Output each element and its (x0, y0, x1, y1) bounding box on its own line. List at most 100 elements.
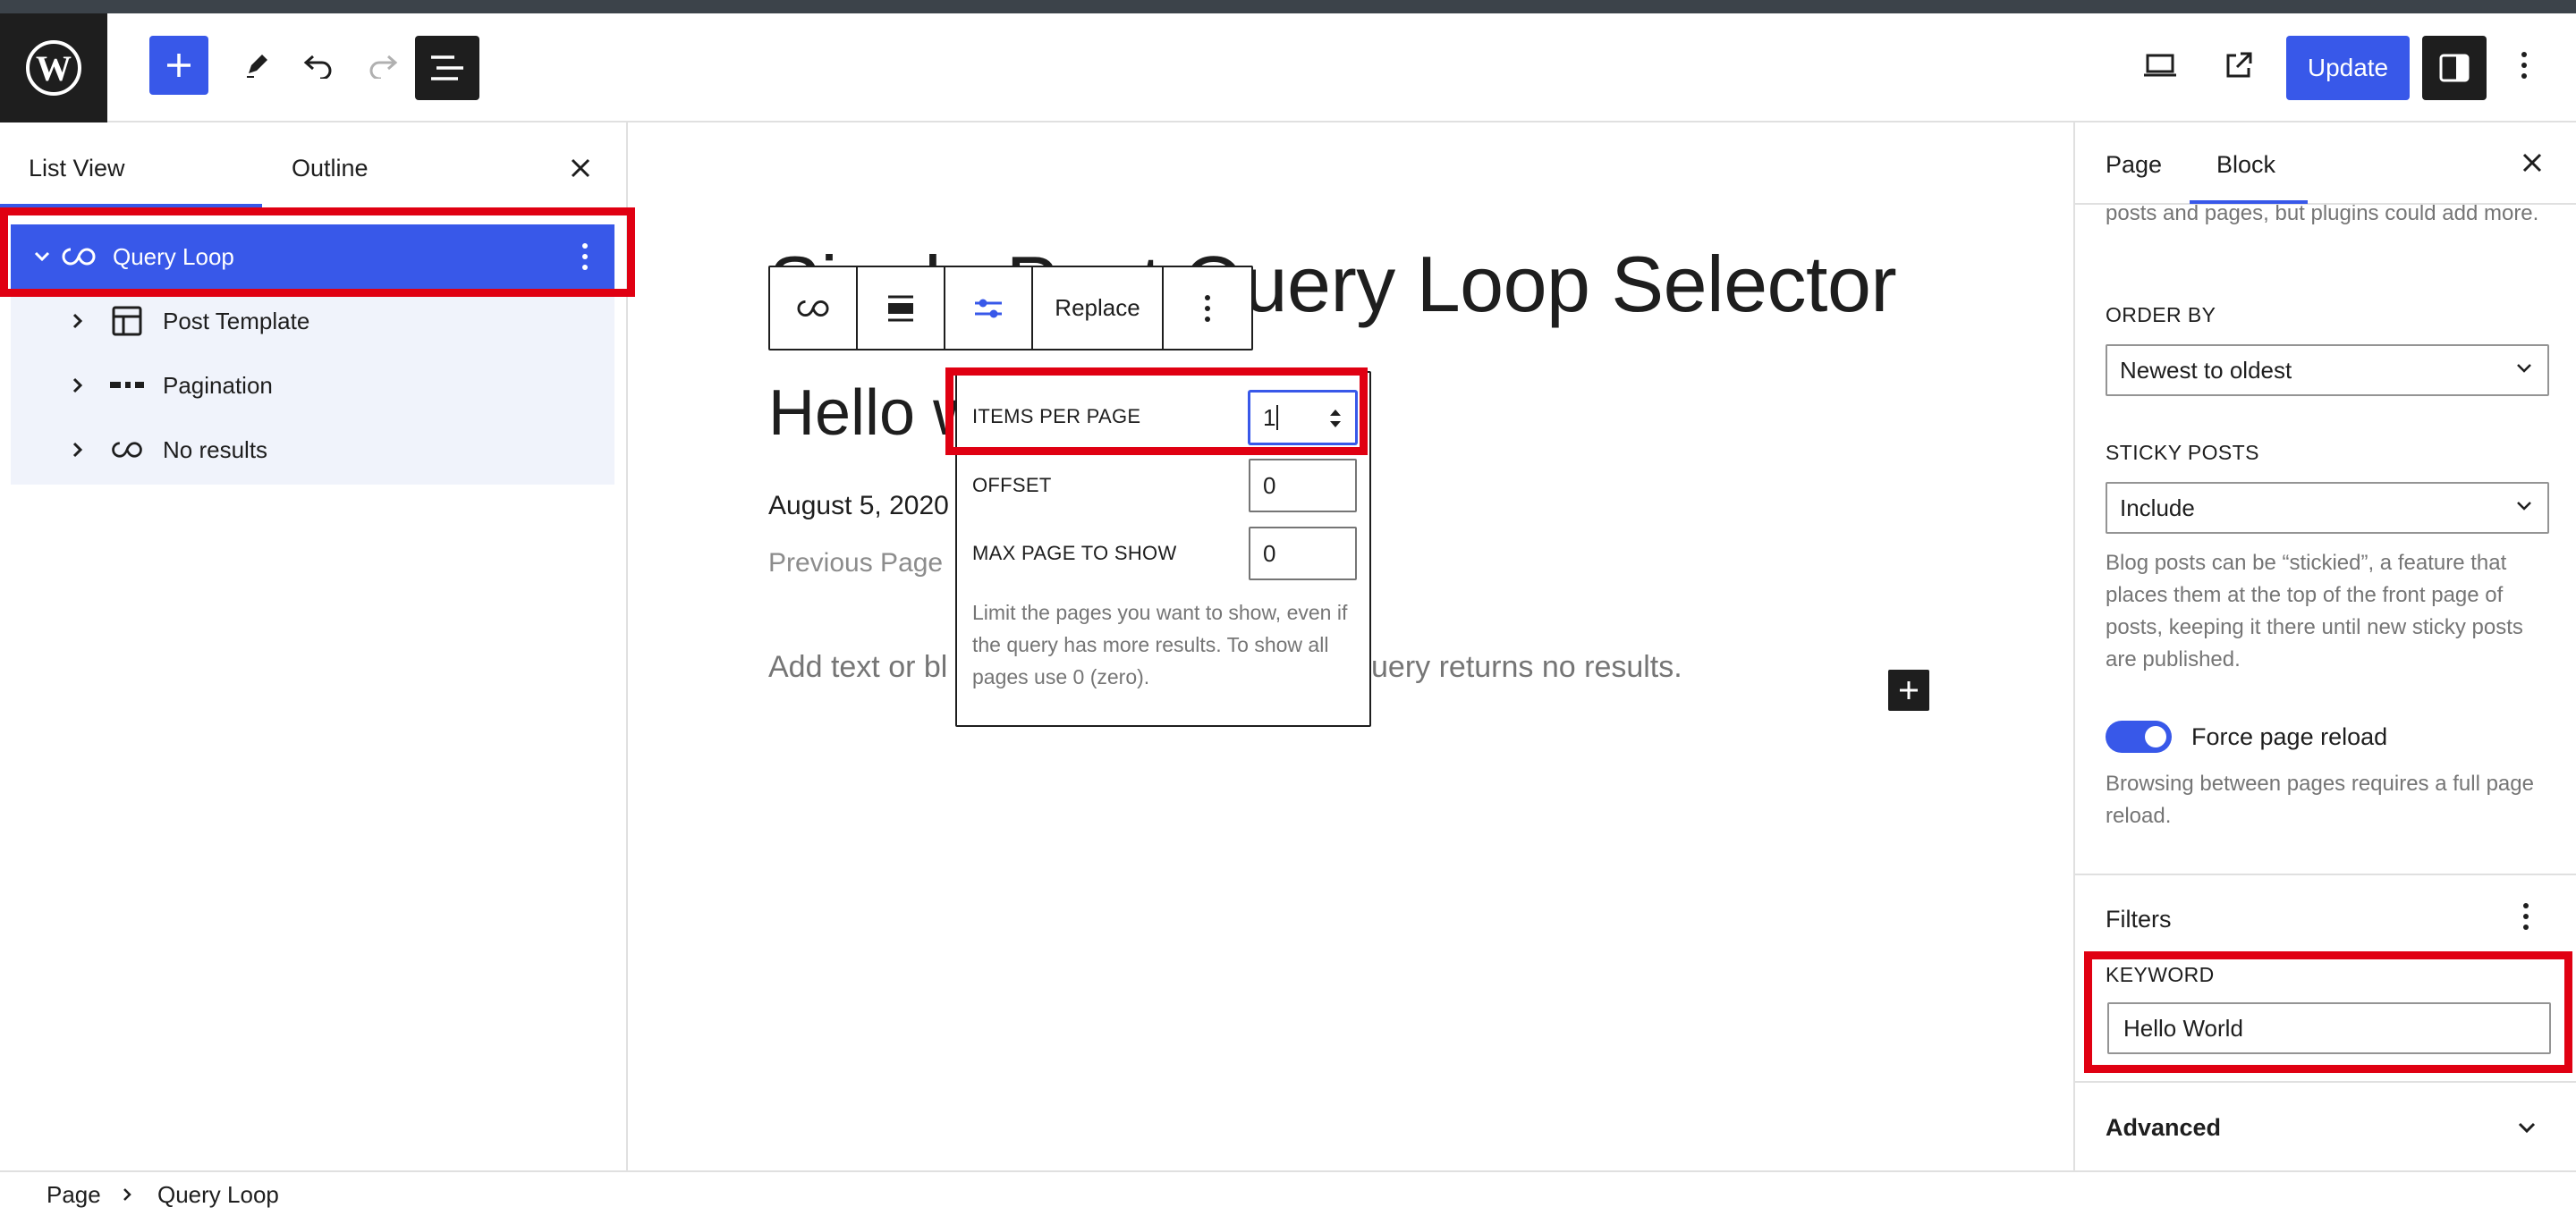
sticky-posts-label: STICKY POSTS (2106, 441, 2259, 464)
undo-icon (303, 55, 332, 79)
previous-page-link[interactable]: Previous Page (768, 548, 943, 578)
chevron-down-icon[interactable] (2517, 1121, 2537, 1134)
chevron-right-icon (123, 1188, 131, 1201)
order-by-label: ORDER BY (2106, 303, 2216, 326)
order-by-select[interactable]: Newest to oldest (2106, 344, 2549, 396)
close-icon (2522, 153, 2542, 173)
divider (2075, 874, 2576, 875)
document-overview-button[interactable] (415, 36, 479, 100)
close-sidebar-button[interactable] (2517, 148, 2547, 178)
replace-button[interactable]: Replace (1033, 267, 1164, 349)
loop-icon (797, 300, 829, 317)
tab-outline[interactable]: Outline (292, 155, 369, 182)
redo-button[interactable] (360, 43, 405, 88)
max-page-input[interactable]: 0 (1249, 527, 1357, 580)
plus-icon (1900, 681, 1918, 699)
sticky-posts-value: Include (2120, 494, 2195, 521)
editor-top-bar: Update (0, 13, 2576, 122)
settings-sidebar: Page Block posts and pages, but plugins … (2073, 122, 2576, 1170)
sticky-posts-select[interactable]: Include (2106, 482, 2549, 534)
items-per-page-label: ITEMS PER PAGE (972, 405, 1141, 427)
offset-label: OFFSET (972, 474, 1052, 496)
advanced-heading[interactable]: Advanced (2106, 1114, 2221, 1142)
view-page-button[interactable] (2216, 43, 2261, 88)
chevron-down-icon[interactable] (29, 243, 55, 270)
keyword-label: KEYWORD (2106, 963, 2215, 986)
tools-button[interactable] (234, 43, 279, 88)
options-button[interactable] (2506, 43, 2542, 88)
no-results-text-left[interactable]: Add text or bl (768, 650, 947, 685)
list-item-label: Post Template (163, 307, 310, 334)
browser-top-strip (0, 0, 2576, 13)
add-block-button[interactable] (149, 36, 208, 95)
divider (2075, 1081, 2576, 1083)
align-full-icon (888, 295, 913, 321)
breadcrumb-page[interactable]: Page (47, 1181, 101, 1209)
close-icon (571, 158, 590, 178)
post-date[interactable]: August 5, 2020 (768, 491, 949, 521)
spinner-icon[interactable] (1328, 407, 1343, 430)
display-settings-button[interactable] (945, 267, 1033, 349)
post-title[interactable]: Hello w (768, 376, 979, 450)
active-tab-indicator (2190, 200, 2308, 204)
breadcrumb-query-loop[interactable]: Query Loop (157, 1181, 279, 1209)
text-cursor (1276, 405, 1279, 430)
list-item-query-loop[interactable]: Query Loop (11, 224, 614, 289)
no-results-text-right[interactable]: uery returns no results. (1371, 650, 1682, 685)
chevron-down-icon (2517, 502, 2531, 511)
close-list-view-button[interactable] (565, 153, 596, 183)
chevron-right-icon[interactable] (64, 308, 91, 334)
svg-text:W: W (36, 48, 72, 89)
display-settings-popover: ITEMS PER PAGE 1 OFFSET 0 MAX PAGE TO SH… (955, 371, 1371, 727)
layout-icon (109, 303, 145, 339)
wordpress-logo-button[interactable]: W (0, 13, 107, 122)
chevron-right-icon[interactable] (64, 372, 91, 399)
force-reload-help: Browsing between pages requires a full p… (2106, 772, 2534, 828)
pencil-icon (247, 55, 267, 78)
sticky-posts-help: Blog posts can be “stickied”, a feature … (2106, 551, 2523, 671)
pagination-icon (109, 367, 145, 403)
list-view-panel: List View Outline Query Loop Post Templa… (0, 122, 628, 1170)
list-item-no-results[interactable]: No results (11, 418, 614, 482)
chevron-right-icon[interactable] (64, 436, 91, 463)
block-toolbar: Replace (768, 266, 1253, 350)
wordpress-icon: W (26, 40, 81, 96)
plus-icon (167, 54, 191, 77)
align-button[interactable] (858, 267, 945, 349)
block-options-button[interactable] (1164, 267, 1251, 349)
force-reload-toggle[interactable] (2106, 721, 2172, 753)
more-vertical-icon[interactable] (581, 242, 589, 271)
update-button[interactable]: Update (2286, 36, 2410, 100)
max-page-label: MAX PAGE TO SHOW (972, 542, 1177, 564)
more-vertical-icon (2523, 903, 2529, 930)
block-type-button[interactable] (770, 267, 858, 349)
settings-sliders-icon (975, 299, 1002, 317)
settings-button[interactable] (2422, 36, 2487, 100)
sidebar-header: Page Block (2075, 122, 2576, 205)
filters-options-button[interactable] (2522, 902, 2529, 931)
active-tab-indicator (0, 204, 262, 207)
toggle-knob (2145, 726, 2166, 747)
sidebar-icon (2439, 54, 2470, 82)
keyword-input[interactable]: Hello World (2107, 1002, 2551, 1054)
list-item-pagination[interactable]: Pagination (11, 353, 614, 418)
undo-button[interactable] (296, 43, 341, 88)
items-per-page-input[interactable]: 1 (1249, 391, 1357, 444)
list-view-icon (431, 55, 463, 80)
order-by-value: Newest to oldest (2120, 356, 2292, 384)
tab-page[interactable]: Page (2106, 151, 2162, 179)
external-link-icon (2226, 52, 2252, 78)
list-item-label: No results (163, 435, 268, 463)
force-reload-label: Force page reload (2191, 723, 2388, 750)
tab-list-view[interactable]: List View (29, 155, 125, 182)
list-item-label: Query Loop (113, 242, 234, 270)
list-item-post-template[interactable]: Post Template (11, 289, 614, 353)
preview-button[interactable] (2138, 43, 2182, 88)
offset-input[interactable]: 0 (1249, 459, 1357, 512)
items-per-page-value: 1 (1263, 403, 1276, 431)
inserter-button[interactable] (1888, 670, 1929, 711)
max-page-help-text: Limit the pages you want to show, even i… (972, 601, 1348, 688)
desktop-icon (2144, 54, 2176, 77)
loop-icon (109, 432, 145, 468)
tab-block[interactable]: Block (2216, 151, 2275, 179)
